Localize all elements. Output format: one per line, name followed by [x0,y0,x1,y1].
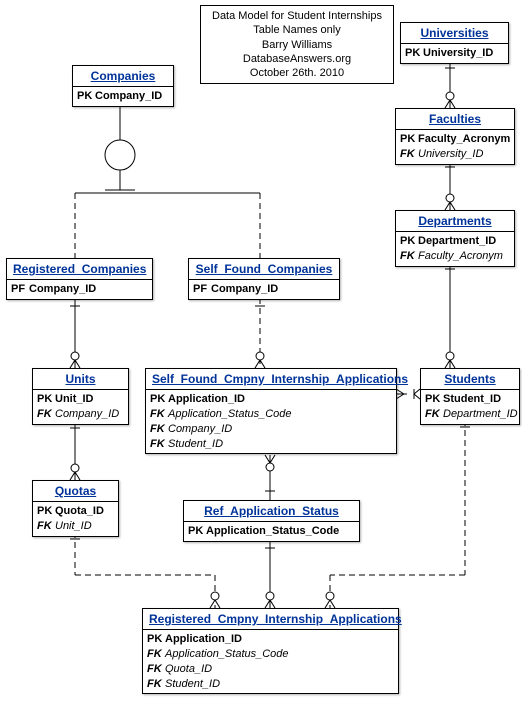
pf-label: PF [11,282,29,297]
info-line: Table Names only [207,23,387,37]
fk-label: FK [400,249,418,264]
entity-title: Registered_Cmpny_Internship_Applications [143,609,398,630]
attr: University_ID [418,148,483,160]
pk-label: PK [400,132,418,147]
fk-label: FK [425,407,443,422]
attr: Application_Status_Code [168,408,292,420]
attr: Student_ID [168,438,223,450]
pk-label: PK [147,632,165,647]
entity-title: Units [33,369,128,390]
attr: Application_ID [165,633,242,645]
info-line: Barry Williams [207,38,387,52]
pk-label: PK [77,89,95,104]
entity-registered-companies: Registered_Companies PFCompany_ID [6,258,153,300]
diagram-info-box: Data Model for Student Internships Table… [200,5,394,84]
pk-label: PK [37,504,55,519]
entity-companies: Companies PKCompany_ID [72,65,174,107]
attr: Student_ID [165,678,220,690]
attr: Unit_ID [55,520,92,532]
attr: Company_ID [211,283,278,295]
entity-title: Ref_Application_Status [184,501,359,522]
entity-title: Self_Found_Cmpny_Internship_Applications [146,369,396,390]
attr: Company_ID [168,423,232,435]
attr: Student_ID [443,393,501,405]
attr: Department_ID [418,235,496,247]
info-line: DatabaseAnswers.org [207,52,387,66]
entity-title: Students [421,369,519,390]
attr: Application_Status_Code [165,648,289,660]
entity-registered-app: Registered_Cmpny_Internship_Applications… [142,608,399,694]
fk-label: FK [147,677,165,692]
entity-self-found-app: Self_Found_Cmpny_Internship_Applications… [145,368,397,454]
pk-label: PK [150,392,168,407]
info-line: Data Model for Student Internships [207,9,387,23]
entity-title: Self_Found_Companies [189,259,339,280]
entity-title: Universities [401,23,508,44]
pk-label: PK [188,524,206,539]
fk-label: FK [147,647,165,662]
entity-units: Units PKUnit_ID FKCompany_ID [32,368,129,425]
fk-label: FK [150,407,168,422]
entity-title: Quotas [33,481,118,502]
entity-title: Registered_Companies [7,259,152,280]
entity-title: Faculties [396,109,514,130]
entity-quotas: Quotas PKQuota_ID FKUnit_ID [32,480,119,537]
entity-departments: Departments PKDepartment_ID FKFaculty_Ac… [395,210,515,267]
entity-students: Students PKStudent_ID FKDepartment_ID [420,368,520,425]
attr: Quota_ID [165,663,212,675]
entity-self-found-companies: Self_Found_Companies PFCompany_ID [188,258,340,300]
info-line: October 26th. 2010 [207,66,387,80]
fk-label: FK [400,147,418,162]
fk-label: FK [150,422,168,437]
attr: Company_ID [29,283,96,295]
fk-label: FK [37,407,55,422]
pk-label: PK [425,392,443,407]
attr: Faculty_Acronym [418,133,510,145]
entity-ref-application-status: Ref_Application_Status PKApplication_Sta… [183,500,360,542]
pk-label: PK [405,46,423,61]
pf-label: PF [193,282,211,297]
fk-label: FK [150,437,168,452]
entity-title: Departments [396,211,514,232]
attr: Application_ID [168,393,245,405]
pk-label: PK [37,392,55,407]
fk-label: FK [147,662,165,677]
attr: Unit_ID [55,393,94,405]
attr: Faculty_Acronym [418,250,503,262]
attr: Company_ID [95,90,162,102]
attr: Company_ID [55,408,119,420]
entity-title: Companies [73,66,173,87]
attr: University_ID [423,47,493,59]
pk-label: PK [400,234,418,249]
entity-universities: Universities PKUniversity_ID [400,22,509,64]
attr: Department_ID [443,408,518,420]
attr: Application_Status_Code [206,525,339,537]
fk-label: FK [37,519,55,534]
attr: Quota_ID [55,505,104,517]
entity-faculties: Faculties PKFaculty_Acronym FKUniversity… [395,108,515,165]
